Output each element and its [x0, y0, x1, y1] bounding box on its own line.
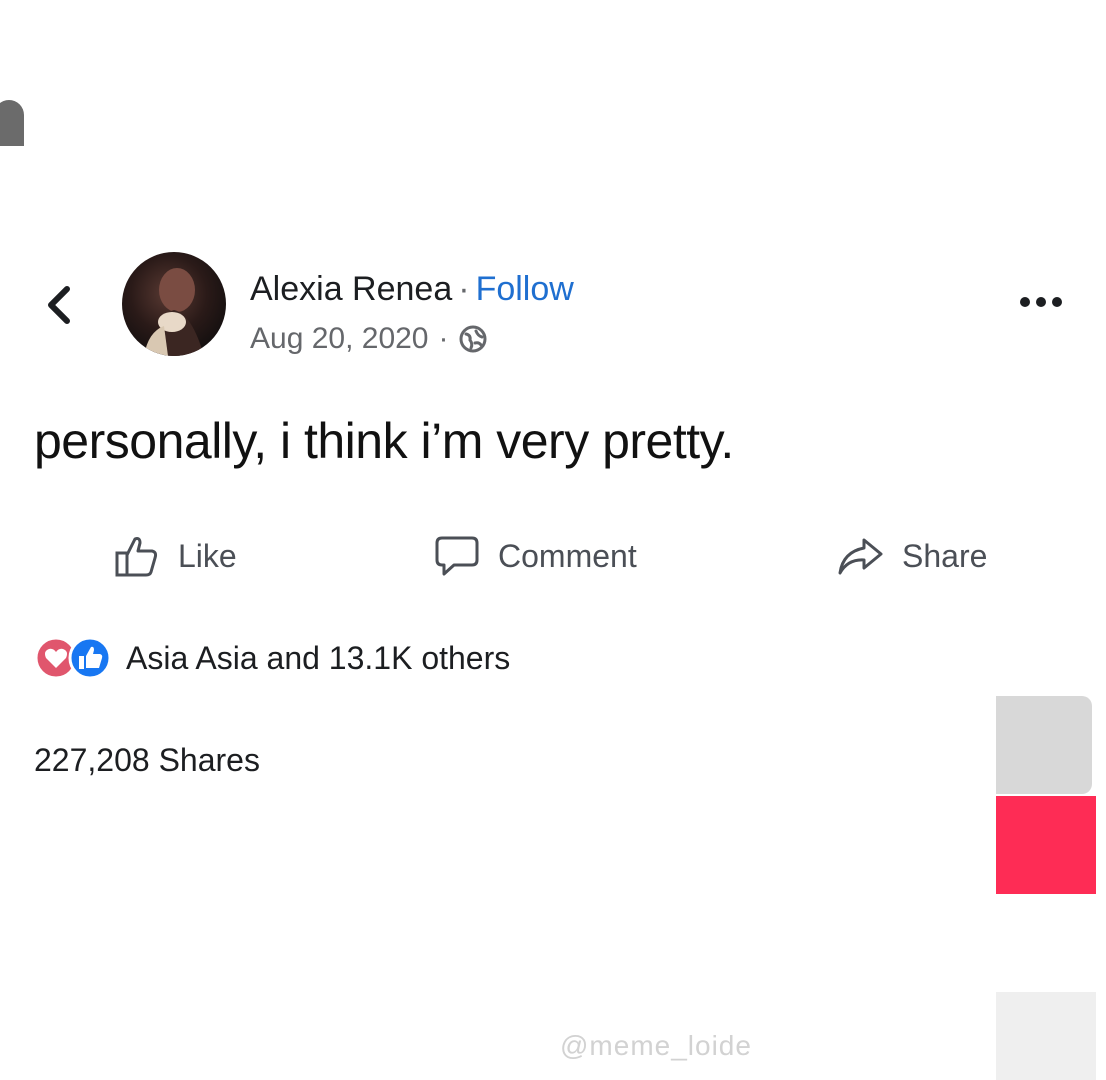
- back-button[interactable]: [42, 282, 76, 328]
- share-label: Share: [902, 537, 988, 574]
- post-text: personally, i think i’m very pretty.: [34, 413, 734, 469]
- share-arrow-icon: [838, 538, 883, 575]
- more-options-button[interactable]: [1020, 292, 1066, 312]
- dot-icon: [1020, 297, 1030, 307]
- globe-icon: [459, 325, 486, 353]
- follow-link[interactable]: Follow: [476, 270, 574, 308]
- comment-icon: [435, 536, 479, 576]
- side-panel-gray: [996, 696, 1092, 794]
- share-button[interactable]: Share: [836, 528, 987, 584]
- comment-button[interactable]: Comment: [434, 528, 637, 584]
- meta-separator: ·: [438, 322, 449, 355]
- side-panel-pink: [996, 796, 1096, 894]
- comment-label: Comment: [498, 537, 637, 574]
- reaction-icons: [34, 636, 114, 680]
- author-name[interactable]: Alexia Renea: [250, 270, 452, 308]
- like-label: Like: [178, 537, 237, 574]
- like-button[interactable]: Like: [114, 528, 237, 584]
- dot-icon: [1036, 297, 1046, 307]
- watermark: @meme_loide: [560, 1030, 752, 1061]
- reactions-summary[interactable]: Asia Asia and 13.1K others: [34, 636, 510, 680]
- avatar-photo: [144, 268, 204, 356]
- post-header-title: Alexia Renea · Follow: [250, 270, 574, 309]
- dot-icon: [1052, 297, 1062, 307]
- reactions-summary-text: Asia Asia and 13.1K others: [126, 639, 511, 676]
- post-meta: Aug 20, 2020 ·: [250, 322, 487, 356]
- post-date[interactable]: Aug 20, 2020: [250, 322, 429, 356]
- chevron-left-icon: [48, 286, 70, 324]
- avatar[interactable]: [122, 252, 226, 356]
- side-panel-light: [996, 992, 1096, 1080]
- shares-count[interactable]: 227,208 Shares: [34, 742, 260, 779]
- thumbs-up-icon: [115, 537, 158, 577]
- corner-shape: [0, 100, 24, 146]
- like-reaction-icon: [68, 636, 112, 680]
- header-separator: ·: [458, 270, 470, 308]
